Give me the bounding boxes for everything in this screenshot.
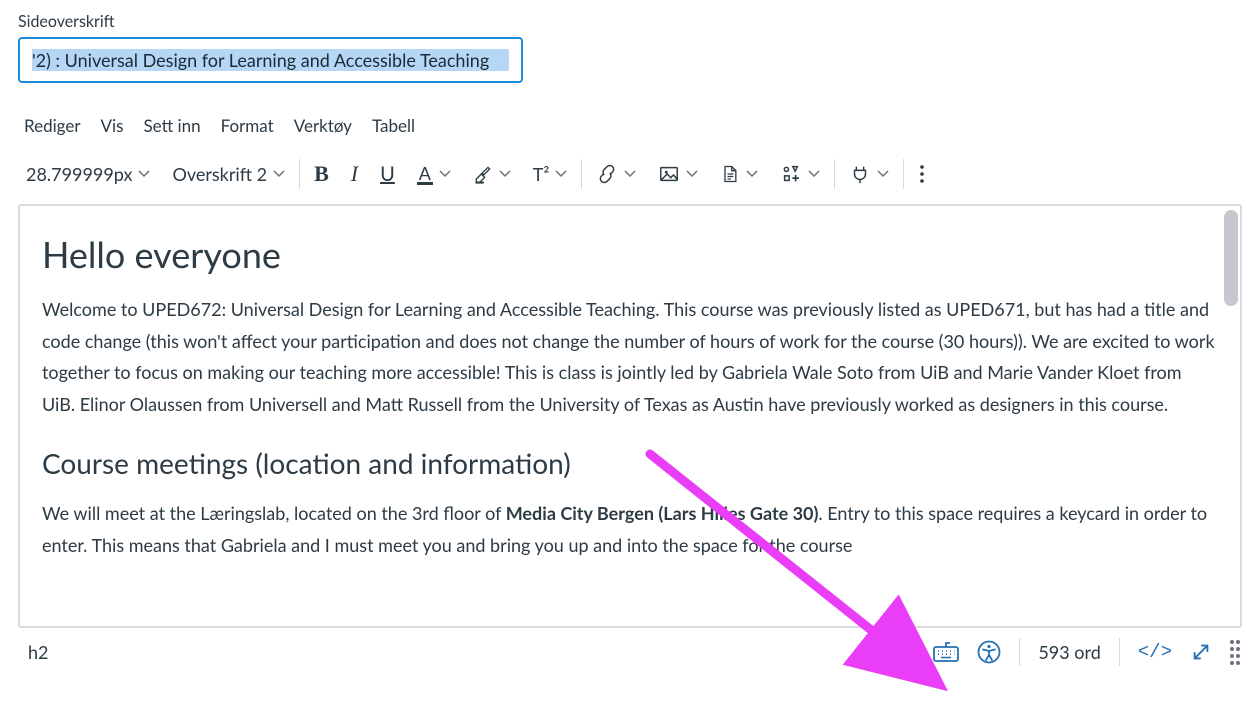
menu-tools[interactable]: Verktøy	[294, 115, 352, 136]
highlight-color-button[interactable]	[469, 158, 515, 190]
image-icon	[658, 163, 680, 185]
drag-handle-icon	[1230, 640, 1234, 665]
keyboard-icon	[933, 641, 959, 663]
apps-icon	[780, 163, 802, 185]
highlighter-icon	[473, 164, 493, 184]
kebab-icon	[918, 163, 926, 185]
fullscreen-button[interactable]	[1190, 641, 1212, 663]
statusbar-separator	[1119, 638, 1120, 666]
chevron-down-icon	[439, 168, 451, 180]
plug-icon	[849, 163, 871, 185]
toolbar-separator	[903, 159, 904, 189]
accessibility-checker-button[interactable]	[977, 640, 1001, 664]
chevron-down-icon	[273, 168, 285, 180]
more-toolbar-button[interactable]	[914, 158, 930, 190]
insert-link-button[interactable]	[592, 158, 640, 190]
content-text-bold: Media City Bergen (Lars Hilles Gate 30)	[506, 502, 819, 524]
editor-toolbar: 28.799999px Overskrift 2 B I U A	[18, 152, 1242, 204]
editor-content-area[interactable]: Hello everyone Welcome to UPED672: Unive…	[18, 204, 1242, 628]
chevron-down-icon	[624, 168, 636, 180]
font-size-select[interactable]: 28.799999px	[22, 158, 154, 190]
editor-menubar: Rediger Vis Sett inn Format Verktøy Tabe…	[18, 105, 1242, 152]
content-heading-meetings[interactable]: Course meetings (location and informatio…	[42, 446, 1218, 480]
italic-button[interactable]: I	[347, 158, 362, 190]
font-size-value: 28.799999px	[26, 163, 132, 185]
superscript-icon: T²	[533, 163, 550, 185]
insert-plugin-button[interactable]	[845, 158, 893, 190]
text-color-button[interactable]: A	[413, 158, 455, 190]
chevron-down-icon	[808, 168, 820, 180]
insert-document-button[interactable]	[716, 158, 762, 190]
word-count[interactable]: 593 ord	[1038, 641, 1100, 663]
chevron-down-icon	[686, 168, 698, 180]
block-format-value: Overskrift 2	[172, 163, 267, 185]
content-paragraph-location[interactable]: We will meet at the Læringslab, located …	[42, 498, 1218, 561]
field-label-sideoverskrift: Sideoverskrift	[18, 12, 1242, 31]
toolbar-separator	[299, 159, 300, 189]
element-path[interactable]: h2	[28, 641, 48, 663]
chevron-down-icon	[138, 168, 150, 180]
content-heading-hello[interactable]: Hello everyone	[42, 232, 1218, 276]
accessibility-icon	[977, 640, 1001, 664]
toolbar-separator	[834, 159, 835, 189]
expand-icon	[1190, 641, 1212, 663]
content-text: We will meet at the Læringslab, located …	[42, 502, 506, 524]
link-icon	[596, 163, 618, 185]
page-title-input-wrap[interactable]	[18, 37, 523, 83]
html-editor-button[interactable]: </>	[1138, 641, 1172, 663]
text-color-icon: A	[417, 164, 433, 185]
toolbar-separator	[581, 159, 582, 189]
document-icon	[720, 163, 740, 185]
insert-image-button[interactable]	[654, 158, 702, 190]
page-title-input[interactable]	[32, 49, 509, 71]
scrollbar-thumb[interactable]	[1224, 210, 1238, 306]
chevron-down-icon	[746, 168, 758, 180]
chevron-down-icon	[877, 168, 889, 180]
underline-button[interactable]: U	[376, 158, 399, 190]
text-color-letter: A	[419, 164, 431, 182]
superscript-button[interactable]: T²	[529, 158, 572, 190]
menu-edit[interactable]: Rediger	[24, 115, 81, 136]
rich-text-editor: Rediger Vis Sett inn Format Verktøy Tabe…	[18, 105, 1242, 674]
keyboard-shortcuts-button[interactable]	[933, 641, 959, 663]
statusbar-separator	[1019, 638, 1020, 666]
insert-apps-button[interactable]	[776, 158, 824, 190]
resize-handle[interactable]	[1230, 640, 1234, 665]
menu-format[interactable]: Format	[221, 115, 274, 136]
bold-button[interactable]: B	[310, 158, 333, 190]
editor-statusbar: h2 593 ord </>	[18, 628, 1242, 674]
menu-insert[interactable]: Sett inn	[144, 115, 201, 136]
chevron-down-icon	[555, 168, 567, 180]
block-format-select[interactable]: Overskrift 2	[168, 158, 289, 190]
menu-table[interactable]: Tabell	[372, 115, 415, 136]
chevron-down-icon	[499, 168, 511, 180]
menu-view[interactable]: Vis	[101, 115, 124, 136]
content-paragraph-intro[interactable]: Welcome to UPED672: Universal Design for…	[42, 294, 1218, 420]
